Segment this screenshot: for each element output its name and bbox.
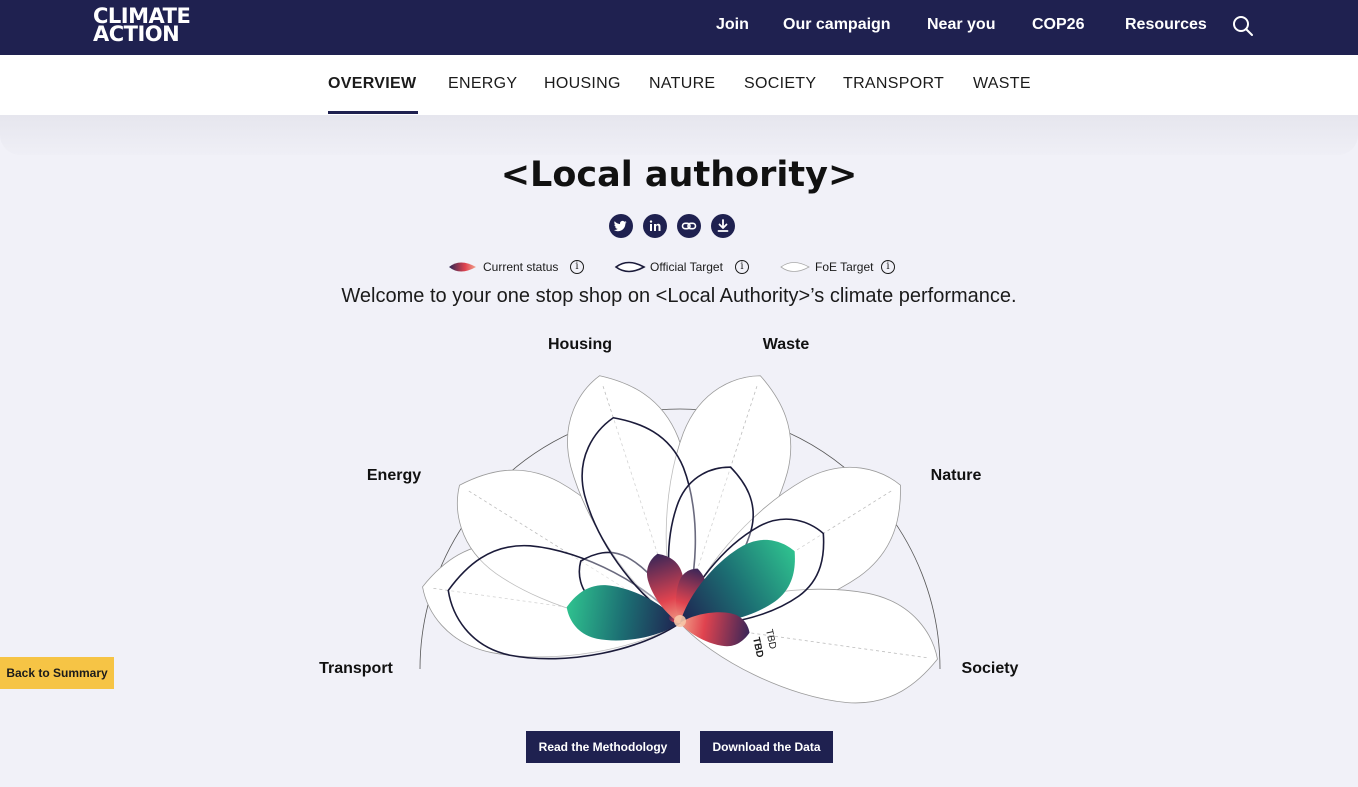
nav-our-campaign[interactable]: Our campaign [783,16,891,34]
climate-performance-petal-chart: Housing Waste Energy Nature Transport So… [319,336,1019,704]
legend-official-target: Official Target i [614,259,754,275]
tab-overview[interactable]: OVERVIEW [328,75,416,93]
nav-join[interactable]: Join [716,16,749,34]
official-target-swatch [614,261,646,273]
download-icon[interactable] [711,214,735,238]
nav-near-you[interactable]: Near you [927,16,995,34]
tab-waste[interactable]: WASTE [973,75,1031,93]
info-icon[interactable]: i [881,260,895,274]
back-to-summary-button[interactable]: Back to Summary [0,657,114,689]
twitter-icon[interactable] [609,214,633,238]
nav-cop26[interactable]: COP26 [1032,16,1084,34]
active-tab-indicator [328,111,418,114]
link-icon[interactable] [677,214,701,238]
legend-foe-target: FoE Target i [779,259,899,275]
download-data-button[interactable]: Download the Data [700,731,833,763]
info-icon[interactable]: i [735,260,749,274]
category-label-transport: Transport [319,660,393,677]
foe-target-swatch [780,262,810,272]
tab-energy[interactable]: ENERGY [448,75,517,93]
section-tabs: OVERVIEW ENERGY HOUSING NATURE SOCIETY T… [0,55,1358,115]
tab-housing[interactable]: HOUSING [544,75,621,93]
climate-action-logo[interactable]: CLIMATE ACTION [93,6,191,46]
nav-resources[interactable]: Resources [1125,16,1207,34]
logo-line-2: ACTION [93,22,180,46]
chart-marks [422,375,938,704]
linkedin-icon[interactable] [643,214,667,238]
welcome-text: Welcome to your one stop shop on <Local … [341,285,1017,307]
page-title: <Local authority> [500,155,858,195]
petal-centre [674,615,686,627]
header-shadow [0,115,1358,155]
tab-transport[interactable]: TRANSPORT [843,75,944,93]
legend-current-label: Current status [483,260,559,274]
legend-current-status: Current status i [448,259,588,275]
info-icon[interactable]: i [570,260,584,274]
category-label-society: Society [962,660,1019,677]
current-status-swatch [449,262,476,272]
category-label-waste: Waste [763,336,810,353]
legend-foe-label: FoE Target [815,260,874,274]
category-label-nature: Nature [931,467,982,484]
category-label-housing: Housing [548,336,612,353]
tab-nature[interactable]: NATURE [649,75,715,93]
top-navigation-bar: CLIMATE ACTION Join Our campaign Near yo… [0,0,1358,55]
tab-society[interactable]: SOCIETY [744,75,816,93]
legend-official-label: Official Target [650,260,723,274]
category-label-energy: Energy [367,467,421,484]
search-icon[interactable] [1231,14,1255,38]
read-methodology-button[interactable]: Read the Methodology [526,731,680,763]
